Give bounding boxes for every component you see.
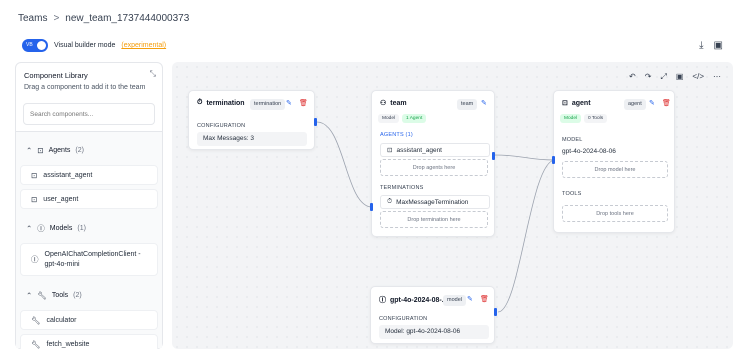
edge-model-agent <box>497 159 556 313</box>
model-output-handle[interactable] <box>494 308 497 316</box>
delete-icon[interactable]: 🗑︎ <box>480 295 489 303</box>
tool-count-chip: 0 Tools <box>584 114 608 123</box>
agents-label: AGENTS (1) <box>380 132 413 138</box>
node-type-badge: agent <box>624 99 646 110</box>
tools-label: TOOLS <box>562 191 582 197</box>
node-header: ⊡ agent <box>562 99 591 108</box>
team-termination-input-handle[interactable] <box>370 203 373 211</box>
model-node[interactable]: Ⓘ gpt-4o-2024-08-... model ✎ 🗑︎ CONFIGUR… <box>370 286 495 344</box>
model-label: MODEL <box>562 137 583 143</box>
node-title: agent <box>571 99 591 107</box>
edit-icon[interactable]: ✎ <box>649 99 655 107</box>
drop-termination-zone[interactable]: Drop termination here <box>380 211 488 228</box>
node-header: Ⓘ gpt-4o-2024-08-... <box>379 295 448 305</box>
edit-icon[interactable]: ✎ <box>481 99 487 107</box>
edit-icon[interactable]: ✎ <box>286 99 292 107</box>
team-agent-output-handle[interactable] <box>492 152 495 160</box>
drop-tools-zone[interactable]: Drop tools here <box>562 205 668 222</box>
users-icon: ⚇ <box>380 100 387 107</box>
model-chip: Model <box>378 114 400 123</box>
timer-icon: ⏱︎ <box>387 198 393 205</box>
bot-icon: ⊡ <box>387 147 393 154</box>
node-header: ⚇ team <box>380 99 407 108</box>
node-title: team <box>390 99 407 107</box>
team-node[interactable]: ⚇ team team ✎ Model 1 Agent AGENTS (1) ⊡… <box>371 90 495 237</box>
timer-icon: ⏱︎ <box>197 99 203 106</box>
node-title: termination <box>206 99 245 107</box>
config-label: CONFIGURATION <box>197 123 246 129</box>
delete-icon[interactable]: 🗑︎ <box>662 99 671 107</box>
edge-team-agent <box>493 154 556 161</box>
node-type-badge: model <box>443 295 466 306</box>
config-label: CONFIGURATION <box>379 316 428 322</box>
model-value: gpt-4o-2024-08-06 <box>562 148 616 155</box>
config-value: Model: gpt-4o-2024-08-06 <box>379 325 489 339</box>
config-value: Max Messages: 3 <box>197 132 307 146</box>
node-title: gpt-4o-2024-08-... <box>390 296 448 304</box>
termination-entry-name: MaxMessageTermination <box>396 198 469 206</box>
model-chip: Model <box>560 114 582 123</box>
bot-icon: ⊡ <box>562 100 568 107</box>
agent-entry-name: assistant_agent <box>396 146 442 154</box>
termination-node[interactable]: ⏱︎ termination termination ✎ 🗑︎ CONFIGUR… <box>188 90 315 150</box>
agent-input-handle[interactable] <box>552 156 555 164</box>
brain-icon: Ⓘ <box>379 297 386 304</box>
agent-count-chip: 1 Agent <box>402 114 427 123</box>
termination-entry[interactable]: ⏱︎ MaxMessageTermination <box>380 195 490 209</box>
node-header: ⏱︎ termination <box>197 99 245 107</box>
edge-termination-team <box>316 121 373 208</box>
delete-icon[interactable]: 🗑︎ <box>299 99 308 107</box>
agent-entry[interactable]: ⊡ assistant_agent <box>380 143 490 157</box>
node-type-badge: termination <box>250 99 286 110</box>
termination-output-handle[interactable] <box>314 118 317 126</box>
drop-agents-zone[interactable]: Drop agents here <box>380 159 488 176</box>
drop-model-zone[interactable]: Drop model here <box>562 161 668 178</box>
edit-icon[interactable]: ✎ <box>467 295 473 303</box>
terminations-label: TERMINATIONS <box>380 185 424 191</box>
node-type-badge: team <box>457 99 478 110</box>
agent-node[interactable]: ⊡ agent agent ✎ 🗑︎ Model 0 Tools MODEL g… <box>553 90 675 233</box>
